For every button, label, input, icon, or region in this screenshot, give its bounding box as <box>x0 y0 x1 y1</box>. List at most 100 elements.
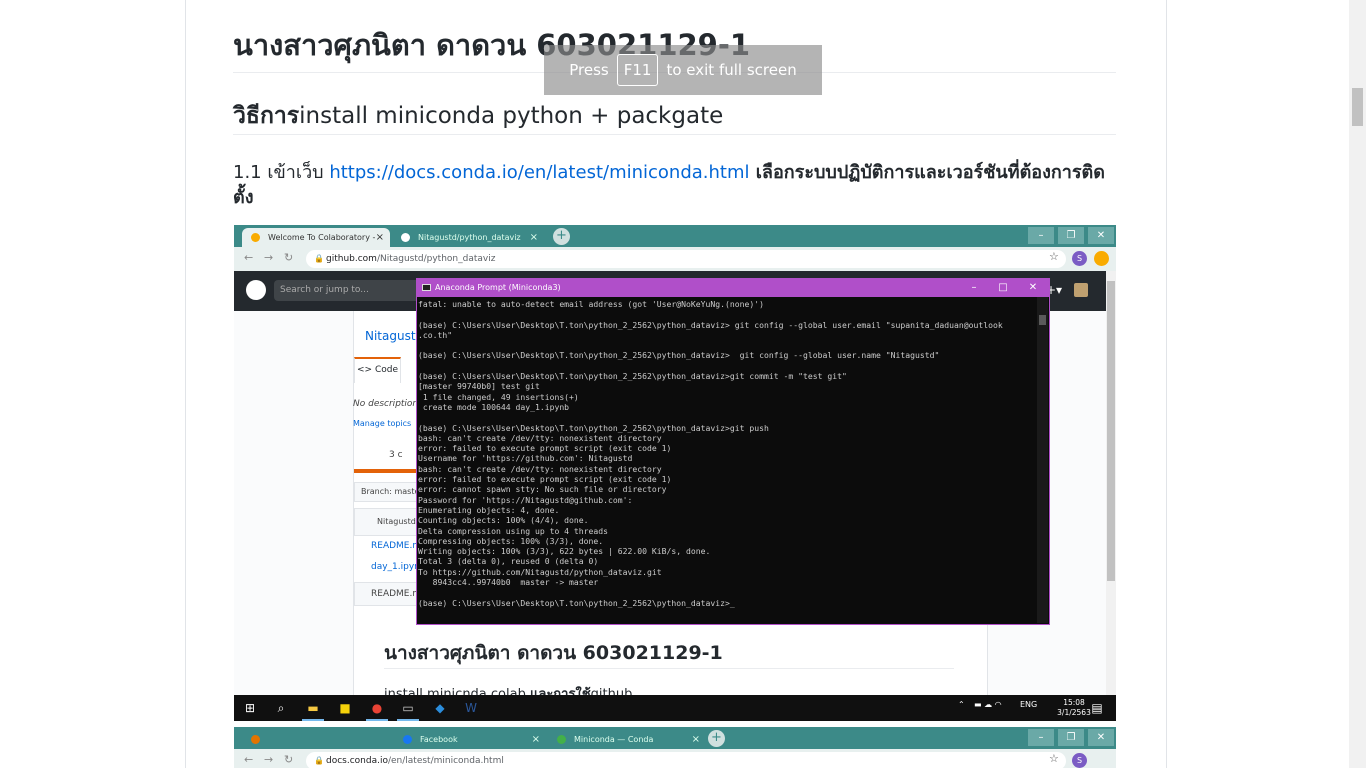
chrome-tab-strip: Facebook × Miniconda — Conda documentati… <box>234 727 1116 763</box>
input-language[interactable]: ENG <box>1020 700 1037 709</box>
terminal-line: Password for 'https://Nitagustd@github.c… <box>418 494 633 505</box>
terminal-line: (base) C:\Users\User\Desktop\T.ton\pytho… <box>418 319 1003 330</box>
new-tab-icon[interactable]: + <box>708 730 725 747</box>
sticky-notes-icon[interactable]: ■ <box>337 700 353 716</box>
tab-facebook[interactable]: Facebook × <box>394 730 546 749</box>
close-window-icon[interactable]: ✕ <box>1088 227 1114 244</box>
terminal-line: create mode 100644 day_1.ipynb <box>418 401 570 412</box>
restore-icon[interactable]: ❐ <box>1058 227 1084 244</box>
forward-icon[interactable]: → <box>264 251 273 264</box>
tab-first[interactable] <box>242 730 392 749</box>
step-prefix: 1.1 เข้าเว็บ <box>233 162 330 183</box>
tray-network-icons[interactable]: ▬ ☁ ◠ <box>974 700 1002 709</box>
tab-close-icon[interactable]: × <box>376 228 384 247</box>
tab-miniconda[interactable]: Miniconda — Conda documentation × <box>548 730 706 763</box>
screenshot-image-2: Facebook × Miniconda — Conda documentati… <box>234 727 1116 768</box>
terminal-close-icon[interactable]: ✕ <box>1019 279 1047 297</box>
tab-label: Nitagustd/python_dataviz <box>418 233 521 242</box>
restore-icon[interactable]: ❐ <box>1058 729 1084 746</box>
file-explorer-icon[interactable]: ▬ <box>305 700 321 716</box>
taskbar-clock[interactable]: 15:08 3/1/2563 <box>1054 698 1094 718</box>
terminal-line: Enumerating objects: 4, done. <box>418 504 560 515</box>
terminal-maximize-icon[interactable]: □ <box>989 279 1017 297</box>
committer-name[interactable]: Nitagustd <box>377 517 416 526</box>
terminal-line: error: failed to execute prompt script (… <box>418 474 672 485</box>
back-icon[interactable]: ← <box>244 753 253 766</box>
anaconda-prompt-window[interactable]: Anaconda Prompt (Miniconda3) – □ ✕ fatal… <box>416 278 1050 625</box>
chrome-icon[interactable]: ● <box>369 700 385 716</box>
terminal-scrollbar-thumb[interactable] <box>1039 315 1046 325</box>
toast-press: Press <box>569 61 609 79</box>
section-heading: วิธีการinstall miniconda python + packga… <box>233 98 723 134</box>
commits-count[interactable]: 3 c <box>389 450 403 460</box>
new-tab-icon[interactable]: + <box>553 228 570 245</box>
github-logo-icon[interactable] <box>246 280 266 300</box>
branch-label: Branch: master <box>361 487 423 496</box>
colab-favicon-icon <box>251 233 260 242</box>
terminal-minimize-icon[interactable]: – <box>960 279 988 297</box>
tab-favicon-icon <box>251 735 260 744</box>
terminal-line: Delta compression using up to 4 threads <box>418 525 609 536</box>
taskbar-search-icon[interactable]: ⌕ <box>273 700 289 716</box>
word-icon[interactable]: W <box>463 700 479 716</box>
terminal-scrollbar[interactable] <box>1037 297 1048 623</box>
profile-avatar[interactable]: S <box>1072 753 1087 768</box>
minimize-icon[interactable]: – <box>1028 227 1054 244</box>
branch-select[interactable]: Branch: master <box>354 482 423 502</box>
terminal-line: fatal: unable to auto-detect email addre… <box>418 299 764 309</box>
tab-colab[interactable]: Welcome To Colaboratory - Colab × <box>242 228 390 261</box>
browser-scrollbar-thumb[interactable] <box>1107 281 1115 581</box>
tab-close-icon[interactable]: × <box>692 730 700 749</box>
file-readme-link[interactable]: README.m <box>371 541 421 551</box>
miniconda-link[interactable]: https://docs.conda.io/en/latest/minicond… <box>329 162 749 183</box>
url-field[interactable]: 🔒 github.com/Nitagustd/python_dataviz <box>306 250 1066 268</box>
terminal-line: (base) C:\Users\User\Desktop\T.ton\pytho… <box>418 371 847 382</box>
page-scrollbar[interactable] <box>1349 0 1366 768</box>
tab-close-icon[interactable]: × <box>530 228 538 247</box>
repo-owner-link[interactable]: Nitagustd <box>365 329 423 343</box>
tab-close-icon[interactable]: × <box>532 730 540 749</box>
section-heading-rest: install miniconda python + packgate <box>299 103 724 129</box>
terminal-line: Counting objects: 100% (4/4), done. <box>418 515 589 526</box>
code-tab[interactable]: <> Code <box>354 357 401 383</box>
back-icon[interactable]: ← <box>244 251 253 264</box>
terminal-taskbar-icon[interactable]: ▭ <box>400 700 416 716</box>
close-window-icon[interactable]: ✕ <box>1088 729 1114 746</box>
github-user-avatar[interactable] <box>1074 283 1088 297</box>
toast-rest: to exit full screen <box>666 61 797 79</box>
readme-divider <box>384 668 954 669</box>
manage-topics-link[interactable]: Manage topics <box>353 419 411 428</box>
reload-icon[interactable]: ↻ <box>284 251 293 264</box>
bookmark-star-icon[interactable]: ☆ <box>1049 752 1059 765</box>
terminal-output[interactable]: fatal: unable to auto-detect email addre… <box>418 299 1036 623</box>
notifications-icon[interactable]: ▤ <box>1089 700 1105 716</box>
url-host: docs.conda.io <box>326 756 388 766</box>
terminal-line: (base) C:\Users\User\Desktop\T.ton\pytho… <box>418 597 735 608</box>
windows-start-icon[interactable]: ⊞ <box>242 700 258 716</box>
bookmark-star-icon[interactable]: ☆ <box>1049 250 1059 263</box>
tab-github[interactable]: Nitagustd/python_dataviz × <box>392 228 544 247</box>
url-field[interactable]: 🔒 docs.conda.io/en/latest/miniconda.html <box>306 752 1066 768</box>
no-description-text: No description <box>353 399 419 409</box>
terminal-line: error: cannot spawn stty: No such file o… <box>418 484 667 495</box>
terminal-line: To https://github.com/Nitagustd/python_d… <box>418 566 662 577</box>
profile-avatar[interactable]: S <box>1072 251 1087 266</box>
extension-icon[interactable] <box>1094 251 1109 266</box>
active-indicator <box>397 719 419 721</box>
vscode-icon[interactable]: ◆ <box>432 700 448 716</box>
tray-chevron-icon[interactable]: ⌃ <box>958 700 965 709</box>
terminal-titlebar[interactable]: Anaconda Prompt (Miniconda3) – □ ✕ <box>417 279 1049 297</box>
minimize-icon[interactable]: – <box>1028 729 1054 746</box>
reload-icon[interactable]: ↻ <box>284 753 293 766</box>
browser-scrollbar[interactable] <box>1106 271 1116 695</box>
tab-label: Facebook <box>420 735 458 744</box>
github-search-input[interactable]: Search or jump to... <box>274 280 434 301</box>
page-scrollbar-thumb[interactable] <box>1352 88 1363 126</box>
terminal-line: (base) C:\Users\User\Desktop\T.ton\pytho… <box>418 422 769 433</box>
forward-icon[interactable]: → <box>264 753 273 766</box>
terminal-line: bash: can't create /dev/tty: nonexistent… <box>418 432 662 443</box>
